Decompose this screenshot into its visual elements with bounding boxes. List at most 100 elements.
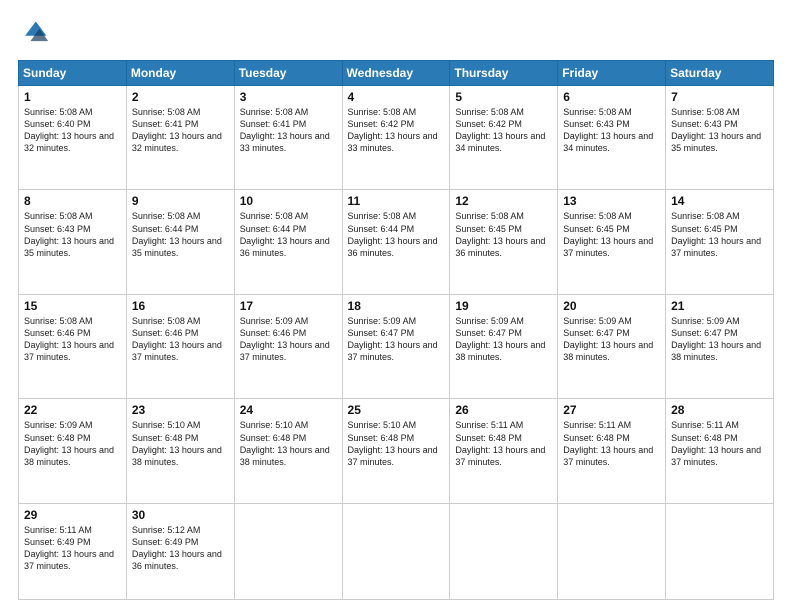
- logo-icon: [18, 18, 50, 50]
- calendar-cell: 26 Sunrise: 5:11 AMSunset: 6:48 PMDayligh…: [450, 399, 558, 503]
- calendar-cell: [234, 503, 342, 599]
- cell-info: Sunrise: 5:12 AMSunset: 6:49 PMDaylight:…: [132, 525, 222, 571]
- cell-info: Sunrise: 5:08 AMSunset: 6:43 PMDaylight:…: [24, 211, 114, 257]
- calendar-cell: 9 Sunrise: 5:08 AMSunset: 6:44 PMDaylight…: [126, 190, 234, 294]
- logo: [18, 18, 54, 50]
- cell-info: Sunrise: 5:08 AMSunset: 6:43 PMDaylight:…: [563, 107, 653, 153]
- day-number: 26: [455, 403, 552, 417]
- day-number: 21: [671, 299, 768, 313]
- cell-info: Sunrise: 5:08 AMSunset: 6:46 PMDaylight:…: [132, 316, 222, 362]
- calendar-cell: 20 Sunrise: 5:09 AMSunset: 6:47 PMDayligh…: [558, 294, 666, 398]
- day-number: 9: [132, 194, 229, 208]
- cell-info: Sunrise: 5:11 AMSunset: 6:48 PMDaylight:…: [455, 420, 545, 466]
- calendar-cell: 13 Sunrise: 5:08 AMSunset: 6:45 PMDayligh…: [558, 190, 666, 294]
- calendar-cell: [450, 503, 558, 599]
- day-number: 1: [24, 90, 121, 104]
- day-number: 29: [24, 508, 121, 522]
- calendar-cell: 11Sunrise: 5:08 AMSunset: 6:44 PMDayligh…: [342, 190, 450, 294]
- cell-info: Sunrise: 5:08 AMSunset: 6:41 PMDaylight:…: [132, 107, 222, 153]
- day-number: 20: [563, 299, 660, 313]
- day-number: 23: [132, 403, 229, 417]
- cell-info: Sunrise: 5:08 AMSunset: 6:44 PMDaylight:…: [132, 211, 222, 257]
- cell-info: Sunrise: 5:08 AMSunset: 6:45 PMDaylight:…: [671, 211, 761, 257]
- cell-info: Sunrise: 5:09 AMSunset: 6:47 PMDaylight:…: [563, 316, 653, 362]
- calendar-cell: 1 Sunrise: 5:08 AMSunset: 6:40 PMDaylight…: [19, 86, 127, 190]
- calendar-header-row: SundayMondayTuesdayWednesdayThursdayFrid…: [19, 61, 774, 86]
- cell-info: Sunrise: 5:10 AMSunset: 6:48 PMDaylight:…: [348, 420, 438, 466]
- col-header-sunday: Sunday: [19, 61, 127, 86]
- cell-info: Sunrise: 5:11 AMSunset: 6:48 PMDaylight:…: [563, 420, 653, 466]
- calendar-cell: 2 Sunrise: 5:08 AMSunset: 6:41 PMDaylight…: [126, 86, 234, 190]
- calendar-cell: 29Sunrise: 5:11 AMSunset: 6:49 PMDayligh…: [19, 503, 127, 599]
- day-number: 12: [455, 194, 552, 208]
- calendar-week-2: 8Sunrise: 5:08 AMSunset: 6:43 PMDaylight…: [19, 190, 774, 294]
- day-number: 10: [240, 194, 337, 208]
- day-number: 19: [455, 299, 552, 313]
- calendar-cell: 8Sunrise: 5:08 AMSunset: 6:43 PMDaylight…: [19, 190, 127, 294]
- calendar-cell: 22 Sunrise: 5:09 AMSunset: 6:48 PMDayligh…: [19, 399, 127, 503]
- calendar-cell: 23 Sunrise: 5:10 AMSunset: 6:48 PMDayligh…: [126, 399, 234, 503]
- calendar-cell: 7 Sunrise: 5:08 AMSunset: 6:43 PMDaylight…: [666, 86, 774, 190]
- cell-info: Sunrise: 5:08 AMSunset: 6:41 PMDaylight:…: [240, 107, 330, 153]
- day-number: 15: [24, 299, 121, 313]
- cell-info: Sunrise: 5:08 AMSunset: 6:46 PMDaylight:…: [24, 316, 114, 362]
- calendar-cell: 18 Sunrise: 5:09 AMSunset: 6:47 PMDayligh…: [342, 294, 450, 398]
- cell-info: Sunrise: 5:08 AMSunset: 6:45 PMDaylight:…: [563, 211, 653, 257]
- day-number: 24: [240, 403, 337, 417]
- cell-info: Sunrise: 5:09 AMSunset: 6:46 PMDaylight:…: [240, 316, 330, 362]
- col-header-saturday: Saturday: [666, 61, 774, 86]
- cell-info: Sunrise: 5:08 AMSunset: 6:42 PMDaylight:…: [455, 107, 545, 153]
- cell-info: Sunrise: 5:10 AMSunset: 6:48 PMDaylight:…: [240, 420, 330, 466]
- page: SundayMondayTuesdayWednesdayThursdayFrid…: [0, 0, 792, 612]
- day-number: 2: [132, 90, 229, 104]
- header: [18, 18, 774, 50]
- col-header-thursday: Thursday: [450, 61, 558, 86]
- day-number: 22: [24, 403, 121, 417]
- day-number: 27: [563, 403, 660, 417]
- calendar-cell: 25 Sunrise: 5:10 AMSunset: 6:48 PMDayligh…: [342, 399, 450, 503]
- calendar-table: SundayMondayTuesdayWednesdayThursdayFrid…: [18, 60, 774, 600]
- day-number: 14: [671, 194, 768, 208]
- cell-info: Sunrise: 5:09 AMSunset: 6:47 PMDaylight:…: [348, 316, 438, 362]
- calendar-cell: 5 Sunrise: 5:08 AMSunset: 6:42 PMDaylight…: [450, 86, 558, 190]
- day-number: 6: [563, 90, 660, 104]
- col-header-wednesday: Wednesday: [342, 61, 450, 86]
- day-number: 13: [563, 194, 660, 208]
- calendar-cell: 30 Sunrise: 5:12 AMSunset: 6:49 PMDayligh…: [126, 503, 234, 599]
- day-number: 28: [671, 403, 768, 417]
- cell-info: Sunrise: 5:08 AMSunset: 6:45 PMDaylight:…: [455, 211, 545, 257]
- calendar-cell: [342, 503, 450, 599]
- col-header-monday: Monday: [126, 61, 234, 86]
- calendar-cell: 12 Sunrise: 5:08 AMSunset: 6:45 PMDayligh…: [450, 190, 558, 294]
- calendar-cell: 4Sunrise: 5:08 AMSunset: 6:42 PMDaylight…: [342, 86, 450, 190]
- col-header-friday: Friday: [558, 61, 666, 86]
- calendar-cell: 15 Sunrise: 5:08 AMSunset: 6:46 PMDayligh…: [19, 294, 127, 398]
- day-number: 7: [671, 90, 768, 104]
- cell-info: Sunrise: 5:08 AMSunset: 6:43 PMDaylight:…: [671, 107, 761, 153]
- day-number: 3: [240, 90, 337, 104]
- calendar-cell: [558, 503, 666, 599]
- calendar-cell: 27 Sunrise: 5:11 AMSunset: 6:48 PMDayligh…: [558, 399, 666, 503]
- day-number: 25: [348, 403, 445, 417]
- calendar-week-4: 22 Sunrise: 5:09 AMSunset: 6:48 PMDayligh…: [19, 399, 774, 503]
- cell-info: Sunrise: 5:11 AMSunset: 6:48 PMDaylight:…: [671, 420, 761, 466]
- cell-info: Sunrise: 5:08 AMSunset: 6:40 PMDaylight:…: [24, 107, 114, 153]
- calendar-cell: 19 Sunrise: 5:09 AMSunset: 6:47 PMDayligh…: [450, 294, 558, 398]
- cell-info: Sunrise: 5:10 AMSunset: 6:48 PMDaylight:…: [132, 420, 222, 466]
- cell-info: Sunrise: 5:09 AMSunset: 6:47 PMDaylight:…: [455, 316, 545, 362]
- calendar-cell: 10Sunrise: 5:08 AMSunset: 6:44 PMDayligh…: [234, 190, 342, 294]
- day-number: 5: [455, 90, 552, 104]
- calendar-cell: 21Sunrise: 5:09 AMSunset: 6:47 PMDayligh…: [666, 294, 774, 398]
- day-number: 11: [348, 194, 445, 208]
- calendar-cell: [666, 503, 774, 599]
- day-number: 17: [240, 299, 337, 313]
- calendar-week-1: 1 Sunrise: 5:08 AMSunset: 6:40 PMDaylight…: [19, 86, 774, 190]
- day-number: 30: [132, 508, 229, 522]
- day-number: 18: [348, 299, 445, 313]
- day-number: 4: [348, 90, 445, 104]
- calendar-cell: 28 Sunrise: 5:11 AMSunset: 6:48 PMDayligh…: [666, 399, 774, 503]
- calendar-cell: 6 Sunrise: 5:08 AMSunset: 6:43 PMDaylight…: [558, 86, 666, 190]
- calendar-cell: 17 Sunrise: 5:09 AMSunset: 6:46 PMDayligh…: [234, 294, 342, 398]
- cell-info: Sunrise: 5:09 AMSunset: 6:48 PMDaylight:…: [24, 420, 114, 466]
- day-number: 16: [132, 299, 229, 313]
